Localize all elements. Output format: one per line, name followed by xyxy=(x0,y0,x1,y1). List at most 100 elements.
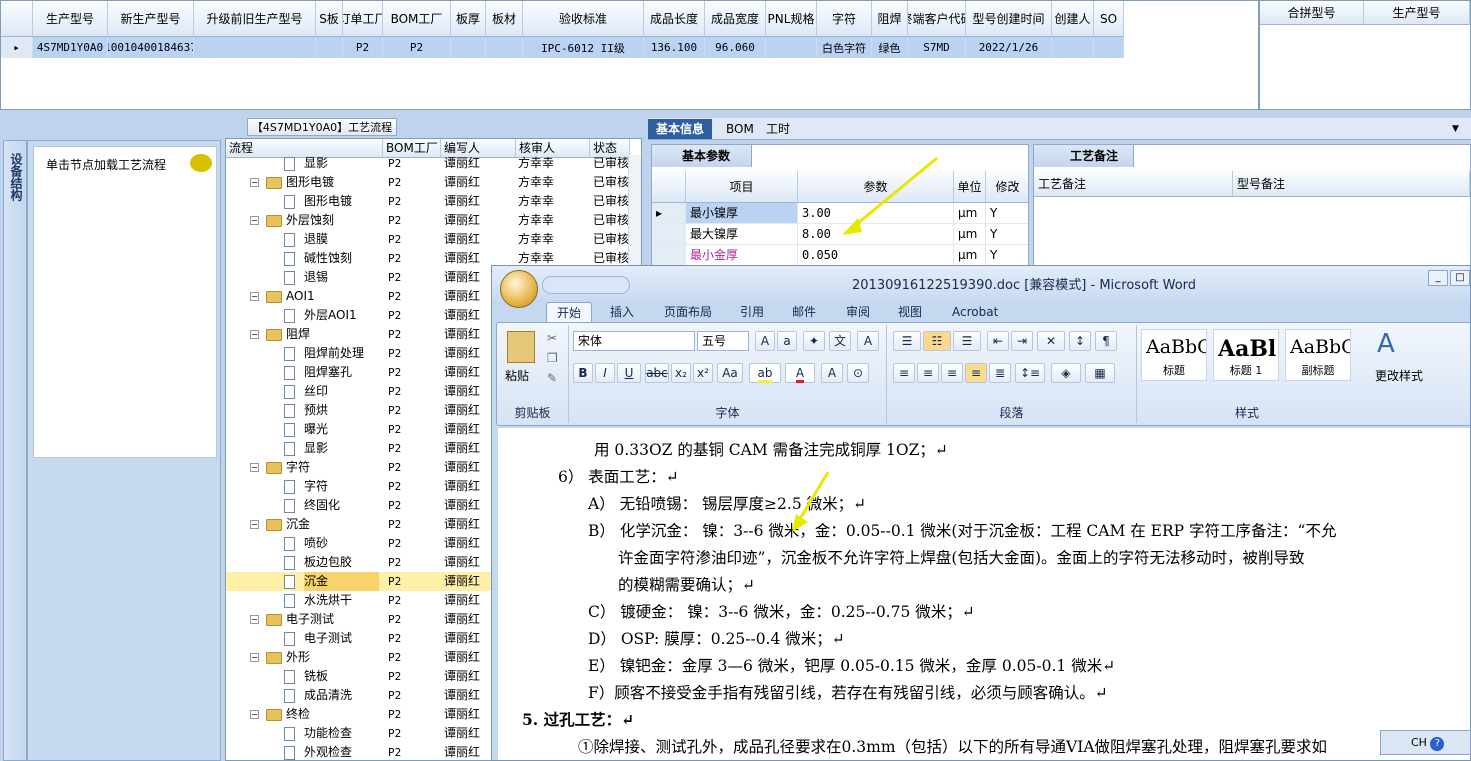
underline-icon[interactable]: U xyxy=(617,363,641,383)
grow-font-icon[interactable]: A xyxy=(755,331,775,351)
grid-cell[interactable] xyxy=(194,37,316,58)
collapse-icon[interactable]: − xyxy=(250,653,259,662)
ribbon-tab[interactable]: 审阅 xyxy=(836,302,880,322)
style-title[interactable]: AaBbC 标题 xyxy=(1141,329,1207,381)
align-center-icon[interactable]: ≡ xyxy=(917,363,939,383)
side-tab-equipment[interactable]: 设备结构 xyxy=(3,140,27,761)
font-name-select[interactable]: 宋体 xyxy=(573,331,695,351)
ribbon-tab[interactable]: 引用 xyxy=(730,302,774,322)
chinese-layout-icon[interactable]: ✕ xyxy=(1037,331,1065,351)
multilevel-list-icon[interactable]: ☰ xyxy=(953,331,981,351)
column-header[interactable]: SO xyxy=(1094,1,1124,37)
collapse-icon[interactable]: − xyxy=(250,710,259,719)
numbering-icon[interactable]: ☷ xyxy=(923,331,951,351)
ribbon-tab[interactable]: Acrobat xyxy=(942,302,1008,322)
shrink-font-icon[interactable]: a xyxy=(777,331,797,351)
grid-cell[interactable]: P2 xyxy=(383,37,451,58)
cut-icon[interactable]: ✂ xyxy=(547,331,557,345)
process-row[interactable]: 退膜 P2 谭丽红 方幸幸 已审核 xyxy=(226,230,630,249)
char-border-icon[interactable]: A xyxy=(857,331,879,351)
show-marks-icon[interactable]: ¶ xyxy=(1095,331,1117,351)
param-col-mod[interactable]: 修改 xyxy=(986,171,1028,203)
grid-cell[interactable]: 10010400184637 xyxy=(108,37,194,58)
change-case-icon[interactable]: Aa xyxy=(717,363,743,383)
collapse-icon[interactable]: − xyxy=(250,330,259,339)
justify-icon[interactable]: ≡ xyxy=(965,363,987,383)
grid-cell[interactable] xyxy=(451,37,486,58)
column-header[interactable]: 新生产型号 xyxy=(108,1,194,37)
param-col-unit[interactable]: 单位 xyxy=(954,171,986,203)
collapse-icon[interactable]: − xyxy=(250,292,259,301)
change-style-label[interactable]: 更改样式 xyxy=(1375,367,1423,384)
bullets-icon[interactable]: ☰ xyxy=(893,331,921,351)
row-selector-icon[interactable]: ▸ xyxy=(1,37,33,58)
increase-indent-icon[interactable]: ⇥ xyxy=(1011,331,1033,351)
column-header[interactable]: 成品长度 xyxy=(644,1,705,37)
column-header[interactable]: PNL规格 xyxy=(766,1,817,37)
subscript-icon[interactable]: x₂ xyxy=(671,363,691,383)
style-subtitle[interactable]: AaBbC 副标题 xyxy=(1285,329,1351,381)
superscript-icon[interactable]: x² xyxy=(693,363,713,383)
paste-icon[interactable] xyxy=(507,331,535,363)
column-header[interactable]: 升级前旧生产型号 xyxy=(194,1,316,37)
column-header[interactable]: 生产型号 xyxy=(33,1,108,37)
minimize-icon[interactable]: _ xyxy=(1428,270,1448,286)
column-header[interactable]: BOM工厂 xyxy=(383,1,451,37)
model-grid[interactable]: 生产型号 4S7MD1Y0A0 新生产型号 10010400184637 升级前旧生产型… xyxy=(0,0,1259,110)
sort-icon[interactable]: ↕ xyxy=(1069,331,1091,351)
word-title-bar[interactable]: 20130916122519390.doc [兼容模式] - Microsoft… xyxy=(492,266,1470,308)
column-header[interactable]: 板材 xyxy=(486,1,523,37)
copy-icon[interactable]: ❐ xyxy=(547,351,558,365)
column-header[interactable]: 创建人 xyxy=(1052,1,1094,37)
language-bar[interactable]: CH ? xyxy=(1380,730,1471,755)
column-header[interactable]: 字符 xyxy=(817,1,872,37)
ribbon-tab[interactable]: 页面布局 xyxy=(654,302,722,322)
param-col-value[interactable]: 参数 xyxy=(798,171,954,203)
grid-cell[interactable]: 4S7MD1Y0A0 xyxy=(33,37,108,58)
grid-cell[interactable]: 136.100 xyxy=(644,37,705,58)
ribbon-tab[interactable]: 开始 xyxy=(546,302,593,322)
remark-col-process[interactable]: 工艺备注 xyxy=(1034,171,1233,197)
collapse-icon[interactable]: − xyxy=(250,178,259,187)
grid-cell[interactable]: IPC-6012 II级 xyxy=(523,37,644,58)
column-header[interactable]: 阻焊 xyxy=(872,1,908,37)
quick-access-toolbar[interactable] xyxy=(542,276,630,294)
node-hint-box[interactable]: 单击节点加载工艺流程 xyxy=(33,146,217,458)
dropdown-arrow-icon[interactable]: ▼ xyxy=(1444,119,1467,139)
maximize-icon[interactable]: □ xyxy=(1450,270,1470,286)
char-shading-icon[interactable]: A xyxy=(821,363,843,383)
remarks-tab[interactable]: 工艺备注 xyxy=(1034,145,1134,167)
collapse-icon[interactable]: − xyxy=(250,520,259,529)
param-value[interactable]: 8.00 xyxy=(798,224,954,245)
param-value[interactable]: 0.050 xyxy=(798,245,954,266)
process-row[interactable]: − 外层蚀刻 P2 谭丽红 方幸幸 已审核 xyxy=(226,211,630,230)
clear-format-icon[interactable]: ✦ xyxy=(803,331,825,351)
help-icon[interactable]: ? xyxy=(1430,737,1445,751)
tab-work-hours[interactable]: 工时 xyxy=(758,119,798,139)
ribbon-tab[interactable]: 视图 xyxy=(888,302,932,322)
remark-col-model[interactable]: 型号备注 xyxy=(1233,171,1470,197)
style-heading-1[interactable]: AaBl 标题 1 xyxy=(1213,329,1279,381)
distribute-icon[interactable]: ≣ xyxy=(989,363,1011,383)
grid-cell[interactable]: 96.060 xyxy=(705,37,766,58)
grid-cell[interactable] xyxy=(766,37,817,58)
grid-cell[interactable] xyxy=(1094,37,1124,58)
row-selector-icon[interactable] xyxy=(652,245,686,266)
italic-icon[interactable]: I xyxy=(595,363,615,383)
basic-params-tab[interactable]: 基本参数 xyxy=(652,145,752,167)
merge-col-header[interactable]: 合拼型号 xyxy=(1260,1,1364,25)
paste-label[interactable]: 粘贴 xyxy=(505,367,529,384)
decrease-indent-icon[interactable]: ⇤ xyxy=(987,331,1009,351)
grid-cell[interactable]: P2 xyxy=(343,37,383,58)
shading-icon[interactable]: ◈ xyxy=(1051,363,1081,383)
line-spacing-icon[interactable]: ↕≡ xyxy=(1015,363,1045,383)
column-header[interactable]: S板 xyxy=(316,1,343,37)
grid-cell[interactable] xyxy=(316,37,343,58)
collapse-icon[interactable]: − xyxy=(250,615,259,624)
highlight-icon[interactable]: ab xyxy=(749,363,781,383)
phonetic-icon[interactable]: 文 xyxy=(829,331,851,351)
row-selector-icon[interactable] xyxy=(652,224,686,245)
format-painter-icon[interactable]: ✎ xyxy=(547,371,557,385)
ribbon-tab[interactable]: 邮件 xyxy=(782,302,826,322)
column-header[interactable]: 成品宽度 xyxy=(705,1,766,37)
